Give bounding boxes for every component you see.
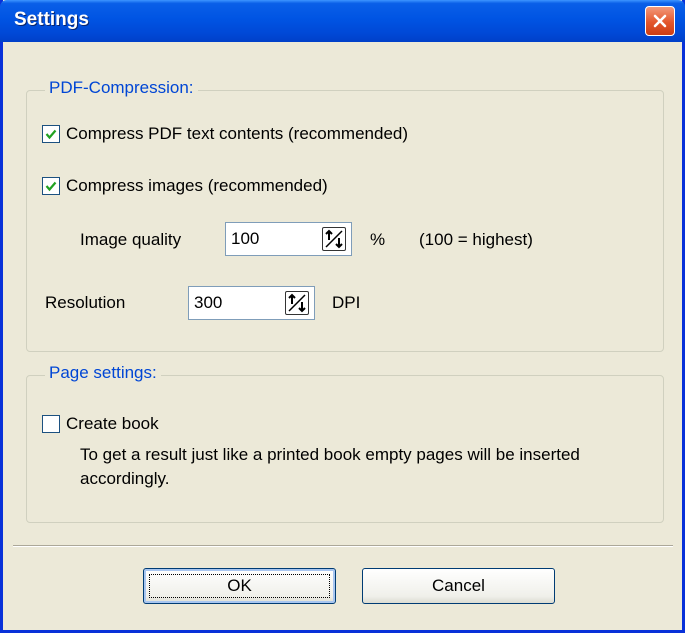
compress-text-label: Compress PDF text contents (recommended) — [66, 124, 409, 143]
window-title: Settings — [14, 9, 89, 30]
image-quality-spinner[interactable] — [322, 227, 346, 251]
compress-images-checkbox[interactable] — [42, 177, 60, 195]
image-quality-label: Image quality — [80, 230, 182, 249]
create-book-checkbox-row[interactable]: Create book — [42, 414, 159, 434]
button-separator — [13, 545, 673, 547]
resolution-label: Resolution — [45, 293, 126, 312]
resolution-value[interactable]: 300 — [194, 293, 222, 313]
pdf-compression-legend: PDF-Compression: — [45, 78, 198, 98]
image-quality-field[interactable]: 100 — [225, 222, 352, 256]
focus-ring — [149, 574, 330, 598]
create-book-label: Create book — [66, 414, 159, 433]
cancel-button-label: Cancel — [432, 576, 485, 595]
image-quality-unit: % — [370, 230, 386, 249]
cancel-button[interactable]: Cancel — [362, 568, 555, 604]
settings-dialog: Settings PDF-Compression: Compress PDF t… — [0, 0, 685, 633]
resolution-spinner[interactable] — [285, 291, 309, 315]
resolution-field[interactable]: 300 — [188, 286, 315, 320]
compress-text-checkbox[interactable] — [42, 125, 60, 143]
spin-arrows-icon — [325, 229, 343, 249]
create-book-checkbox[interactable] — [42, 415, 60, 433]
title-bar[interactable]: Settings — [0, 0, 685, 42]
compress-text-checkbox-row[interactable]: Compress PDF text contents (recommended) — [42, 124, 408, 144]
checkmark-icon — [45, 181, 57, 192]
page-settings-legend: Page settings: — [45, 363, 161, 383]
compress-images-label: Compress images (recommended) — [66, 176, 328, 195]
close-icon — [653, 14, 667, 28]
ok-button[interactable]: OK — [143, 568, 336, 604]
image-quality-hint: (100 = highest) — [419, 230, 533, 249]
resolution-unit: DPI — [332, 293, 361, 312]
image-quality-value[interactable]: 100 — [231, 229, 259, 249]
create-book-description: To get a result just like a printed book… — [80, 445, 580, 488]
spin-arrows-icon — [288, 293, 306, 313]
close-button[interactable] — [645, 6, 675, 36]
compress-images-checkbox-row[interactable]: Compress images (recommended) — [42, 176, 328, 196]
checkmark-icon — [45, 129, 57, 140]
